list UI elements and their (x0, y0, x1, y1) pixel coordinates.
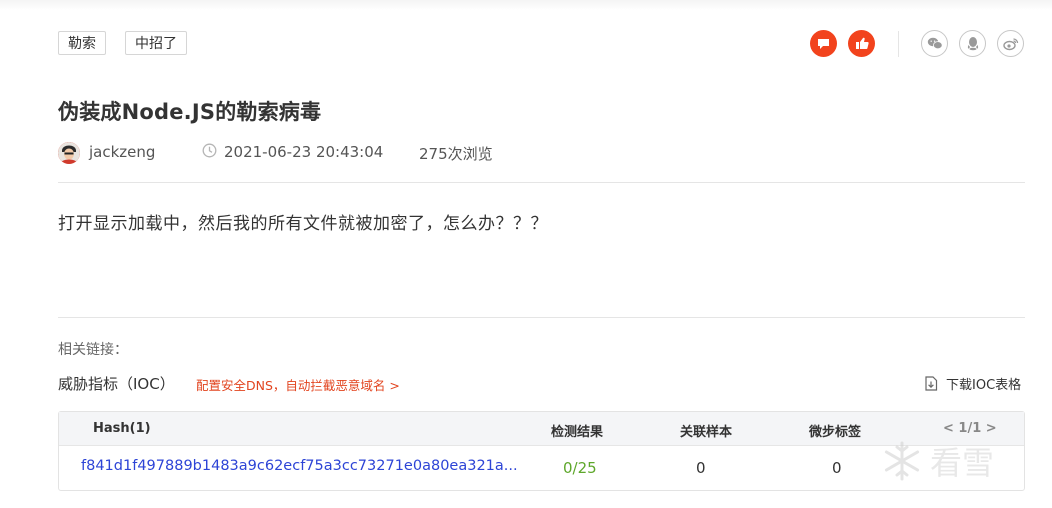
post-body: 打开显示加载中，然后我的所有文件就被加密了，怎么办？？？ (58, 214, 548, 234)
page-title: 伪装成Node.JS的勒索病毒 (58, 100, 322, 124)
avatar[interactable] (58, 142, 80, 164)
post-datetime: 2021-06-23 20:43:04 (224, 143, 384, 161)
share-wechat-button[interactable] (921, 30, 948, 57)
divider-top (58, 182, 1025, 183)
hash-link[interactable]: f841d1f497889b1483a9c62ecf75a3cc73271e0a… (81, 458, 518, 474)
weibo-icon (1002, 37, 1018, 50)
watermark-text: 看雪 (930, 444, 995, 482)
download-icon (925, 376, 938, 391)
tag-infected[interactable]: 中招了 (125, 31, 187, 55)
clock-icon (202, 143, 217, 158)
watermark-logo: 看雪 (880, 438, 994, 484)
share-qq-button[interactable] (959, 30, 986, 57)
divider-middle (58, 317, 1025, 318)
author-name[interactable]: jackzeng (89, 143, 155, 161)
col-hash-header: Hash(1) (93, 421, 151, 436)
avatar-image (58, 142, 80, 164)
ioc-label: 威胁指标（IOC） (58, 375, 175, 393)
dns-config-link[interactable]: 配置安全DNS，自动拦截恶意域名 > (196, 375, 400, 394)
detection-result[interactable]: 0/25 (563, 459, 597, 477)
share-weibo-button[interactable] (997, 30, 1024, 57)
col-samples-header: 关联样本 (680, 425, 733, 440)
tags-count: 0 (832, 459, 842, 477)
related-samples-count: 0 (696, 459, 706, 477)
view-count: 275次浏览 (419, 145, 493, 163)
top-shadow (0, 0, 1052, 10)
wechat-icon (927, 37, 943, 50)
comment-button[interactable] (810, 30, 837, 57)
tag-ransom[interactable]: 勒索 (58, 31, 106, 55)
col-result-header: 检测结果 (551, 425, 604, 440)
snowflake-icon (884, 441, 920, 481)
table-pager[interactable]: < 1/1 > (943, 421, 997, 436)
thumbs-up-icon (855, 37, 869, 49)
download-ioc-button[interactable]: 下载IOC表格 (924, 374, 1021, 393)
like-button[interactable] (848, 30, 875, 57)
related-links-label: 相关链接： (58, 342, 128, 358)
comment-icon (818, 38, 829, 49)
col-tags-header: 微步标签 (809, 425, 862, 440)
qq-icon (967, 37, 978, 51)
download-ioc-label: 下载IOC表格 (946, 378, 1022, 393)
share-divider (898, 31, 899, 57)
